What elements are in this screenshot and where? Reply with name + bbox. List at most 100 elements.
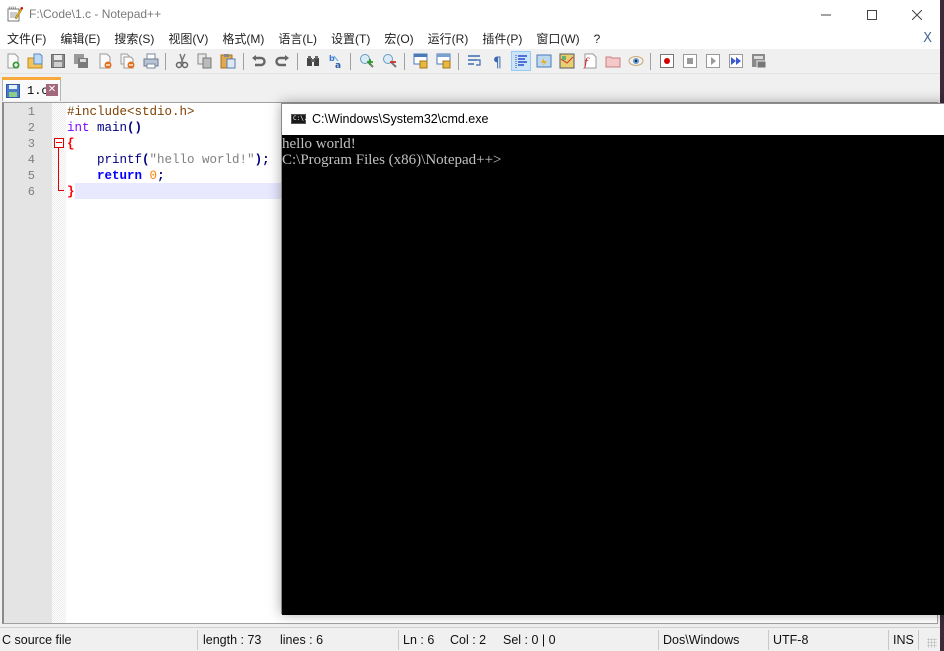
status-encoding[interactable]: UTF-8 — [771, 628, 808, 651]
sync-horizontal-scroll-button[interactable] — [435, 52, 453, 70]
minimize-button[interactable] — [803, 0, 849, 30]
user-defined-language-button[interactable] — [535, 52, 553, 70]
close-file-icon — [99, 53, 112, 69]
macro-run-multiple-button[interactable] — [727, 52, 745, 70]
tab-close-button[interactable]: ✕ — [46, 84, 58, 96]
code-line[interactable]: printf("hello world!"); — [67, 152, 270, 168]
line-number: 1 — [27, 105, 35, 119]
indent-guide-button[interactable] — [511, 51, 531, 71]
console-output-line: hello world! — [282, 136, 356, 152]
document-map-icon — [559, 53, 575, 69]
macro-record-button[interactable] — [658, 52, 676, 70]
sync-vertical-scroll-icon — [413, 53, 428, 69]
close-document-button[interactable]: X — [923, 31, 932, 46]
line-number: 2 — [27, 121, 35, 135]
line-number: 6 — [27, 185, 35, 199]
save-icon — [51, 54, 65, 68]
resize-grip[interactable] — [927, 638, 937, 648]
status-eol[interactable]: Dos\Windows — [661, 628, 739, 651]
cmd-window[interactable]: C:\. C:\Windows\System32\cmd.exe hello w… — [281, 103, 944, 615]
function-list-button[interactable]: f — [581, 52, 599, 70]
word-wrap-button[interactable] — [466, 52, 484, 70]
maximize-button[interactable] — [849, 0, 895, 30]
menu-macro[interactable]: 宏(O) — [377, 30, 413, 49]
status-sel: Sel : 0 | 0 — [503, 633, 556, 647]
document-map-button[interactable] — [558, 52, 576, 70]
cmd-console[interactable]: hello world! C:\Program Files (x86)\Note… — [282, 135, 944, 615]
code-token: return — [97, 169, 143, 183]
menu-view[interactable]: 视图(V) — [161, 30, 208, 49]
menu-settings[interactable]: 设置(T) — [324, 30, 370, 49]
menu-search[interactable]: 搜索(S) — [107, 30, 154, 49]
code-line[interactable]: return 0; — [67, 168, 165, 184]
menu-bar: 文件(F) 编辑(E) 搜索(S) 视图(V) 格式(M) 语言(L) 设置(T… — [0, 30, 940, 49]
menu-encoding[interactable]: 格式(M) — [215, 30, 264, 49]
toolbar-separator — [404, 53, 405, 70]
code-token: main — [97, 121, 128, 135]
window-title: F:\Code\1.c - Notepad++ — [29, 7, 162, 21]
line-number-margin: 1 2 3 4 5 6 — [4, 103, 52, 623]
macro-save-button[interactable] — [750, 52, 768, 70]
cut-icon — [175, 53, 189, 69]
menu-edit[interactable]: 编辑(E) — [53, 30, 100, 49]
indent-guide-icon — [515, 55, 527, 68]
menu-help[interactable]: ? — [587, 30, 601, 49]
paste-button[interactable] — [219, 52, 237, 70]
status-insert-mode[interactable]: INS — [891, 628, 914, 651]
menu-plugins[interactable]: 插件(P) — [475, 30, 522, 49]
tab-1c[interactable]: 1.c ✕ — [2, 77, 61, 101]
undo-button[interactable] — [250, 52, 268, 70]
code-line[interactable]: int main() — [67, 120, 142, 136]
open-file-button[interactable] — [26, 52, 44, 70]
code-token: } — [67, 185, 75, 199]
code-line[interactable]: } — [67, 184, 75, 200]
fold-end — [58, 190, 64, 191]
toolbar: ba ¶ f — [0, 49, 940, 74]
show-all-characters-button[interactable]: ¶ — [489, 52, 507, 70]
close-window-button[interactable] — [894, 0, 940, 30]
zoom-in-button[interactable] — [358, 52, 376, 70]
monitoring-button[interactable] — [627, 52, 645, 70]
toolbar-separator — [350, 53, 351, 70]
close-icon — [912, 10, 922, 20]
code-token: 0 — [149, 169, 158, 183]
print-button[interactable] — [142, 52, 160, 70]
macro-play-button[interactable] — [704, 52, 722, 70]
open-file-icon — [27, 53, 43, 69]
zoom-out-button[interactable] — [381, 52, 399, 70]
line-number: 4 — [27, 153, 35, 167]
close-file-button[interactable] — [96, 52, 114, 70]
menu-file[interactable]: 文件(F) — [0, 30, 46, 49]
minimize-icon — [821, 14, 831, 16]
save-button[interactable] — [49, 52, 67, 70]
folder-as-workspace-button[interactable] — [604, 52, 622, 70]
cut-button[interactable] — [173, 52, 191, 70]
sync-horizontal-scroll-icon — [436, 53, 451, 69]
macro-stop-button[interactable] — [681, 52, 699, 70]
replace-button[interactable]: ba — [327, 52, 345, 70]
save-all-button[interactable] — [72, 52, 90, 70]
cmd-title-bar[interactable]: C:\. C:\Windows\System32\cmd.exe — [282, 104, 944, 135]
code-line[interactable]: { — [67, 136, 75, 152]
menu-window[interactable]: 窗口(W) — [529, 30, 579, 49]
menu-run[interactable]: 运行(R) — [421, 30, 469, 49]
active-tab-indicator — [2, 77, 61, 80]
saved-file-icon — [6, 84, 20, 98]
line-number: 3 — [27, 137, 35, 151]
find-button[interactable] — [304, 52, 322, 70]
code-line[interactable]: #include<stdio.h> — [67, 104, 195, 120]
menu-language[interactable]: 语言(L) — [271, 30, 317, 49]
copy-button[interactable] — [196, 52, 214, 70]
sync-vertical-scroll-button[interactable] — [412, 52, 430, 70]
close-all-button[interactable] — [119, 52, 137, 70]
code-token: ; — [157, 169, 165, 183]
toolbar-separator — [650, 53, 651, 70]
code-token: ( — [142, 153, 150, 167]
status-col: Col : 2 — [450, 633, 487, 647]
maximize-icon — [867, 10, 877, 20]
new-file-button[interactable] — [4, 52, 22, 70]
redo-button[interactable] — [273, 52, 291, 70]
fold-collapse-icon[interactable] — [54, 138, 64, 148]
status-separator — [768, 630, 769, 650]
